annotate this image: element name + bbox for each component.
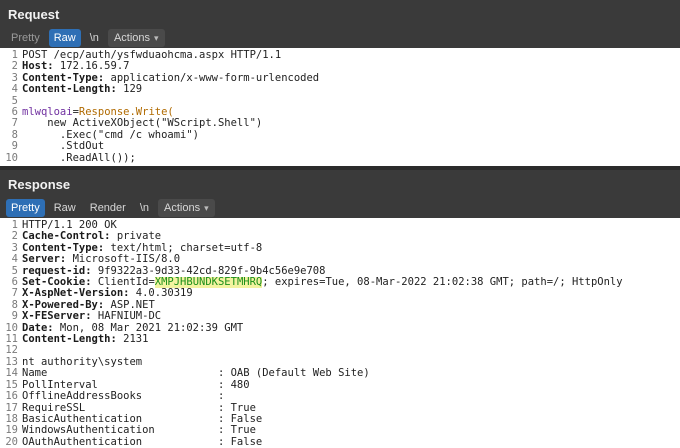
code-line: 16 OfflineAddressBooks : — [5, 390, 225, 403]
code-line: 20 OAuthAuthentication : False — [5, 435, 263, 448]
request-tab-pretty[interactable]: Pretty — [6, 29, 45, 47]
request-title: Request — [0, 0, 680, 28]
response-editor[interactable]: 1 HTTP/1.1 200 OK 2 Cache-Control: private… — [0, 218, 680, 448]
request-actions-dropdown[interactable]: Actions ▾ — [107, 29, 165, 47]
request-panel: Request Pretty Raw \n Actions ▾ 1 POST /e… — [0, 0, 680, 170]
request-editor[interactable]: 1 POST /ecp/auth/ysfwduaohcma.aspx HTTP/1… — [0, 48, 680, 166]
code-line: 9 X-FEServer: HAFNIUM-DC — [11, 310, 162, 323]
code-line: 4 Server: Microsoft-IIS/8.0 — [11, 253, 181, 266]
response-tab-newline[interactable]: \n — [135, 199, 154, 217]
code-line: 14 Name : OAB (Default Web Site) — [5, 367, 370, 380]
code-line: 9 .StdOut — [11, 140, 105, 153]
request-toolbar: Pretty Raw \n Actions ▾ — [0, 28, 680, 48]
code-line: 10 .ReadAll()); — [5, 151, 136, 164]
response-panel: Response Pretty Raw Render \n Actions ▾ … — [0, 170, 680, 448]
response-actions-label: Actions — [164, 202, 201, 214]
response-tab-pretty[interactable]: Pretty — [6, 199, 45, 217]
chevron-down-icon: ▾ — [204, 203, 209, 213]
code-line: 19 WindowsAuthentication : True — [5, 424, 256, 437]
code-line: 11 Content-Length: 2131 — [5, 333, 149, 346]
request-tab-raw[interactable]: Raw — [48, 29, 81, 47]
response-title: Response — [0, 170, 680, 198]
request-actions-label: Actions — [113, 32, 151, 44]
response-tab-raw[interactable]: Raw — [49, 199, 81, 217]
request-tab-newline[interactable]: \n — [85, 29, 104, 47]
chevron-down-icon: ▾ — [154, 33, 159, 43]
response-toolbar: Pretty Raw Render \n Actions ▾ — [0, 198, 680, 218]
response-actions-dropdown[interactable]: Actions ▾ — [158, 199, 215, 217]
code-line: 4 Content-Length: 129 — [11, 83, 143, 96]
response-tab-render[interactable]: Render — [85, 199, 131, 217]
